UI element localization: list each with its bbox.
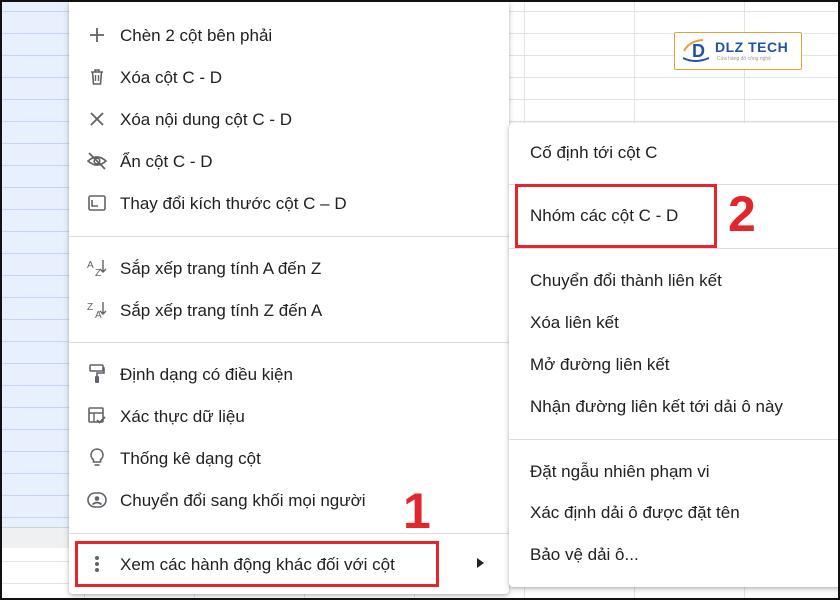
randomize-range-item[interactable]: Đặt ngẫu nhiên phạm vi [509,452,838,492]
insert-2-columns-right-item[interactable]: Chèn 2 cột bên phải [69,15,509,55]
menu-item-label: Ẩn cột C - D [120,152,213,171]
define-named-range-item[interactable]: Xác định dải ô được đặt tên [509,493,838,533]
remove-links-item[interactable]: Xóa liên kết [509,303,838,343]
submenu-divider [509,439,838,440]
open-link-item[interactable]: Mở đường liên kết [509,345,838,385]
submenu-item-label: Bảo vệ dải ô... [530,545,639,564]
close-icon [87,109,107,129]
menu-item-label: Chèn 2 cột bên phải [120,26,273,45]
menu-item-label: Định dạng có điều kiện [120,365,293,384]
hide-columns-item[interactable]: Ẩn cột C - D [69,141,509,181]
screenshot-frame: D DLZ TECH Cửa hàng đồ công nghệ Chèn 2 … [0,0,840,600]
submenu-item-label: Đặt ngẫu nhiên phạm vi [530,462,710,481]
logo-brand-text: DLZ TECH [715,39,789,55]
sort-az-icon: AZ [87,258,107,278]
clear-columns-content-item[interactable]: Xóa nội dung cột C - D [69,99,509,139]
freeze-up-to-column-item[interactable]: Cố định tới cột C [509,133,838,173]
menu-item-label: Xóa nội dung cột C - D [120,110,292,129]
submenu-arrow-icon [477,558,484,568]
paint-roller-icon [87,364,107,384]
sort-za-icon: ZA [87,300,107,320]
svg-text:Z: Z [87,302,93,313]
menu-divider [69,533,509,534]
logo-tagline: Cửa hàng đồ công nghệ [717,56,771,62]
menu-item-label: Sắp xếp trang tính Z đến A [120,301,323,320]
data-validation-icon [87,406,107,426]
submenu-item-label: Xóa liên kết [530,313,619,332]
column-stats-item[interactable]: Thống kê dạng cột [69,438,509,478]
trash-icon [87,67,107,87]
svg-text:A: A [87,260,94,271]
sort-sheet-z-a-item[interactable]: ZA Sắp xếp trang tính Z đến A [69,290,509,330]
logo-letter: D [692,41,705,61]
step-2-highlight-box [515,184,717,248]
step-1-number: 1 [403,483,431,539]
column-context-menu: Chèn 2 cột bên phải Xóa cột C - D Xóa nộ… [69,2,509,594]
submenu-item-label: Cố định tới cột C [530,143,658,162]
submenu-divider [509,248,838,249]
data-validation-item[interactable]: Xác thực dữ liệu [69,396,509,436]
convert-to-links-item[interactable]: Chuyển đổi thành liên kết [509,261,838,301]
menu-item-label: Chuyển đổi sang khối mọi người [120,491,366,510]
menu-item-label: Xóa cột C - D [120,68,223,87]
plus-icon [87,25,107,45]
menu-item-label: Xác thực dữ liệu [120,407,245,426]
step-2-number: 2 [728,186,756,242]
submenu-item-label: Xác định dải ô được đặt tên [530,503,740,522]
menu-item-label: Sắp xếp trang tính A đến Z [120,259,322,278]
menu-divider [69,236,509,237]
submenu-item-label: Chuyển đổi thành liên kết [530,271,722,290]
protect-range-item[interactable]: Bảo vệ dải ô... [509,535,838,575]
convert-to-people-chip-item[interactable]: Chuyển đổi sang khối mọi người [69,480,509,520]
selected-columns-highlight [2,2,72,527]
delete-columns-item[interactable]: Xóa cột C - D [69,57,509,97]
dlz-logo-mark-icon: D [682,39,710,62]
dlz-tech-logo: D DLZ TECH Cửa hàng đồ công nghệ [674,32,802,70]
people-chip-icon [87,490,107,510]
submenu-item-label: Mở đường liên kết [530,355,670,374]
lightbulb-icon [87,448,107,468]
step-1-highlight-box [75,541,439,587]
eye-off-icon [87,151,107,171]
get-link-to-range-item[interactable]: Nhận đường liên kết tới dải ô này [509,387,838,427]
resize-columns-item[interactable]: Thay đổi kích thước cột C – D [69,183,509,223]
submenu-item-label: Nhận đường liên kết tới dải ô này [530,397,783,416]
sort-sheet-a-z-item[interactable]: AZ Sắp xếp trang tính A đến Z [69,248,509,288]
menu-item-label: Thống kê dạng cột [120,449,261,468]
conditional-formatting-item[interactable]: Định dạng có điều kiện [69,354,509,394]
menu-divider [69,342,509,343]
resize-icon [87,193,107,213]
menu-item-label: Thay đổi kích thước cột C – D [120,194,347,213]
